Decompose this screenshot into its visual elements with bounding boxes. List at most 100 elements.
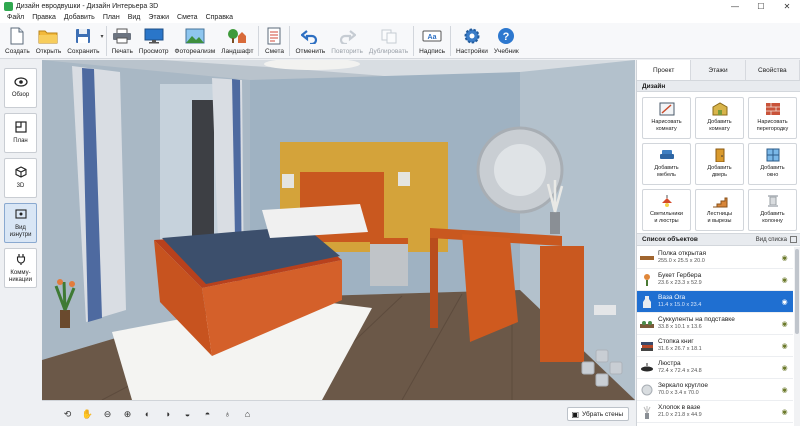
list-view-icon[interactable]: [790, 236, 797, 243]
menu-edit[interactable]: Правка: [28, 14, 60, 21]
object-list-scrollbar[interactable]: [794, 247, 800, 426]
toolbar-separator: [105, 26, 107, 56]
look-down-icon[interactable]: ◓: [200, 407, 215, 421]
column-icon: [764, 193, 782, 209]
visibility-eye-icon[interactable]: ◉: [780, 275, 789, 284]
caption-button[interactable]: Aa Надпись: [416, 23, 448, 59]
open-button[interactable]: Открыть: [33, 23, 65, 59]
communications-button[interactable]: Комму-никации: [4, 248, 37, 288]
panel-tabs: Проект Этажи Свойства: [637, 60, 800, 80]
bouquet-icon: [640, 273, 654, 287]
home-icon[interactable]: ⌂: [240, 407, 255, 421]
head-right-icon[interactable]: ◑: [160, 407, 175, 421]
lamp-left: [282, 174, 294, 188]
add-door-button[interactable]: Добавить дверь: [695, 143, 744, 185]
printer-icon: [112, 26, 132, 45]
settings-button[interactable]: Настройки: [453, 23, 491, 59]
cube-icon: [14, 166, 27, 180]
vase: [550, 212, 560, 234]
3d-viewport[interactable]: [42, 60, 635, 400]
scrollbar-thumb[interactable]: [795, 249, 799, 334]
list-item[interactable]: Хлопок в вазе 21.0 x 21.8 x 44.9 ◉: [637, 401, 793, 423]
menu-file[interactable]: Файл: [3, 14, 28, 21]
add-furniture-button[interactable]: Добавить мебель: [642, 143, 691, 185]
duplicate-button[interactable]: Дублировать: [366, 23, 411, 59]
zoom-out-icon[interactable]: ⊖: [100, 407, 115, 421]
nightstand: [370, 238, 408, 286]
list-item[interactable]: Стопка книг 31.6 x 26.7 x 18.1 ◉: [637, 335, 793, 357]
menu-view[interactable]: Вид: [124, 14, 145, 21]
help-icon: ?: [496, 26, 516, 45]
look-up-icon[interactable]: ◒: [180, 407, 195, 421]
person-view-icon: [14, 208, 27, 222]
menu-floors[interactable]: Этажи: [144, 14, 173, 21]
undo-button[interactable]: Отменить: [292, 23, 328, 59]
tab-floors[interactable]: Этажи: [691, 60, 746, 80]
add-column-button[interactable]: Добавить колонну: [748, 189, 797, 231]
lamp-right: [398, 172, 410, 186]
menu-estimate[interactable]: Смета: [173, 14, 202, 21]
tab-properties[interactable]: Свойства: [746, 60, 800, 80]
list-item[interactable]: Суккуленты на подставке 33.8 x 10.1 x 13.…: [637, 313, 793, 335]
pan-hand-icon[interactable]: ✋: [80, 407, 95, 421]
zoom-in-icon[interactable]: ⊕: [120, 407, 135, 421]
tutorial-button[interactable]: ? Учебник: [491, 23, 522, 59]
estimate-button[interactable]: Смета: [261, 23, 287, 59]
tab-project[interactable]: Проект: [637, 60, 692, 80]
save-dropdown-icon[interactable]: ▾: [101, 33, 104, 40]
maximize-button[interactable]: ☐: [748, 0, 774, 12]
photo-icon: [185, 26, 205, 45]
walls-icon: ▣: [571, 409, 579, 419]
redo-button[interactable]: Повторить: [328, 23, 366, 59]
menu-add[interactable]: Добавить: [60, 14, 99, 21]
visibility-eye-icon[interactable]: ◉: [780, 319, 789, 328]
minimize-button[interactable]: —: [722, 0, 748, 12]
list-item[interactable]: Зеркало круглое 70.0 x 3.4 x 70.0 ◉: [637, 379, 793, 401]
duplicate-icon: [379, 26, 399, 45]
rotate-icon[interactable]: ⟲: [60, 407, 75, 421]
list-item-selected[interactable]: Ваза Ora 11.4 x 15.0 x 23.4 ◉: [637, 291, 793, 313]
mirror-icon: [640, 383, 654, 397]
stairs-button[interactable]: Лестницы и вырезы: [695, 189, 744, 231]
visibility-eye-icon[interactable]: ◉: [780, 297, 789, 306]
draw-partition-button[interactable]: Нарисовать перегородку: [748, 97, 797, 139]
overview-button[interactable]: Обзор: [4, 68, 37, 108]
estimate-sheet-icon: [264, 26, 284, 45]
add-room-button[interactable]: Добавить комнату: [695, 97, 744, 139]
head-left-icon[interactable]: ◐: [140, 407, 155, 421]
view-list-toggle[interactable]: Вид списка: [756, 237, 787, 243]
visibility-eye-icon[interactable]: ◉: [780, 385, 789, 394]
pillows: [262, 204, 368, 238]
plan-button[interactable]: План: [4, 113, 37, 153]
stairs-icon: [711, 193, 729, 209]
folder-icon: [38, 26, 58, 45]
draw-room-button[interactable]: Нарисовать комнату: [642, 97, 691, 139]
close-button[interactable]: ✕: [774, 0, 800, 12]
lights-button[interactable]: Светильники и люстры: [642, 189, 691, 231]
create-button[interactable]: Создать: [2, 23, 33, 59]
light-bulb-icon[interactable]: ♁: [220, 407, 235, 421]
brick-wall-icon: [764, 101, 782, 117]
landscape-button[interactable]: Ландшафт: [218, 23, 256, 59]
desk-leg: [430, 238, 438, 328]
save-button[interactable]: Сохранить: [64, 23, 102, 59]
visibility-eye-icon[interactable]: ◉: [780, 407, 789, 416]
visibility-eye-icon[interactable]: ◉: [780, 253, 789, 262]
list-item[interactable]: Букет Гербера 23.6 x 23.3 x 52.9 ◉: [637, 269, 793, 291]
photorealism-button[interactable]: Фотореализм: [172, 23, 219, 59]
visibility-eye-icon[interactable]: ◉: [780, 363, 789, 372]
window-title: Дизайн евродвушки - Дизайн Интерьера 3D: [16, 2, 159, 10]
list-item[interactable]: Люстра 72.4 x 72.4 x 24.8 ◉: [637, 357, 793, 379]
menu-plan[interactable]: План: [99, 14, 124, 21]
view-3d-button[interactable]: 3D: [4, 158, 37, 198]
add-window-button[interactable]: Добавить окно: [748, 143, 797, 185]
visibility-eye-icon[interactable]: ◉: [780, 341, 789, 350]
inside-view-button[interactable]: Вид изнутри: [4, 203, 37, 243]
list-item[interactable]: Полка открытая 255.0 x 25.5 x 20.0 ◉: [637, 247, 793, 269]
desk-shelf: [540, 246, 584, 362]
menu-help[interactable]: Справка: [202, 14, 237, 21]
preview-button[interactable]: Просмотр: [136, 23, 172, 59]
svg-text:Aa: Aa: [428, 34, 437, 41]
print-button[interactable]: Печать: [109, 23, 136, 59]
remove-walls-button[interactable]: ▣ Убрать стены: [567, 407, 629, 421]
